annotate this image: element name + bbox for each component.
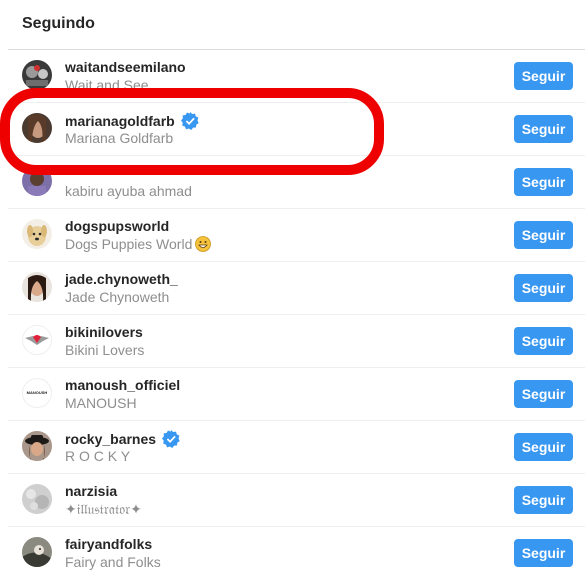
avatar[interactable] xyxy=(22,484,52,514)
username[interactable]: rocky_barnes xyxy=(65,430,180,448)
avatar-logo-text: MANOUSH xyxy=(26,390,48,395)
username[interactable]: waitandseemilano xyxy=(65,59,186,75)
dialog-title: Seguindo xyxy=(22,15,95,32)
username[interactable]: marianagoldfarb xyxy=(65,112,199,130)
list-item[interactable]: jade.chynoweth_ Jade Chynoweth Seguir xyxy=(8,262,585,315)
list-item[interactable]: fairyandfolks Fairy and Folks Seguir xyxy=(8,527,585,579)
following-dialog: Seguindo waitandseemilano Wait and See S… xyxy=(8,0,585,576)
full-name: Jade Chynoweth xyxy=(65,289,170,305)
dialog-header: Seguindo xyxy=(8,0,585,50)
username[interactable]: manoush_officiel xyxy=(65,377,180,393)
avatar[interactable] xyxy=(22,166,52,196)
full-name: Mariana Goldfarb xyxy=(65,130,174,146)
follow-button[interactable]: Seguir xyxy=(514,327,573,355)
list-item[interactable]: MANOUSH manoush_officiel MANOUSH Seguir xyxy=(8,368,585,421)
verified-badge-icon xyxy=(162,430,180,448)
avatar[interactable] xyxy=(22,113,52,143)
list-item[interactable]: dogspupsworld Dogs Puppies World Seguir xyxy=(8,209,585,262)
avatar[interactable] xyxy=(22,431,52,461)
list-item[interactable]: narzisia ✦𝔦𝔩𝔩𝔲𝔰𝔱𝔯𝔞𝔱𝔬𝔯✦ Seguir xyxy=(8,474,585,527)
list-item[interactable]: bikinilovers Bikini Lovers Seguir xyxy=(8,315,585,368)
avatar[interactable] xyxy=(22,272,52,302)
follow-button[interactable]: Seguir xyxy=(514,380,573,408)
username[interactable]: dogspupsworld xyxy=(65,218,169,234)
full-name: Fairy and Folks xyxy=(65,554,161,570)
follow-button[interactable]: Seguir xyxy=(514,221,573,249)
list-item[interactable]: kabiru ayuba ahmad Seguir xyxy=(8,156,585,209)
follow-button[interactable]: Seguir xyxy=(514,274,573,302)
username[interactable]: fairyandfolks xyxy=(65,536,152,552)
full-name: Wait and See xyxy=(65,77,149,93)
following-list[interactable]: waitandseemilano Wait and See Seguir mar… xyxy=(8,50,585,579)
avatar[interactable] xyxy=(22,60,52,90)
list-item[interactable]: marianagoldfarb Mariana Goldfarb Seguir xyxy=(8,103,585,156)
verified-badge-icon xyxy=(180,112,199,130)
username[interactable]: jade.chynoweth_ xyxy=(65,271,178,287)
full-name: kabiru ayuba ahmad xyxy=(65,183,192,199)
full-name: Bikini Lovers xyxy=(65,342,145,358)
avatar[interactable]: MANOUSH xyxy=(22,378,52,408)
follow-button[interactable]: Seguir xyxy=(514,115,573,143)
follow-button[interactable]: Seguir xyxy=(514,539,573,567)
full-name: MANOUSH xyxy=(65,395,137,411)
follow-button[interactable]: Seguir xyxy=(514,433,573,461)
follow-button[interactable]: Seguir xyxy=(514,62,573,90)
full-name: Dogs Puppies World xyxy=(65,236,212,252)
grinning-emoji-icon xyxy=(195,236,212,252)
avatar[interactable] xyxy=(22,219,52,249)
username[interactable]: narzisia xyxy=(65,483,117,499)
follow-button[interactable]: Seguir xyxy=(514,486,573,514)
full-name: R O C K Y xyxy=(65,448,131,464)
username[interactable]: bikinilovers xyxy=(65,324,143,340)
list-item[interactable]: waitandseemilano Wait and See Seguir xyxy=(8,50,585,103)
list-item[interactable]: rocky_barnes R O C K Y Seguir xyxy=(8,421,585,474)
follow-button[interactable]: Seguir xyxy=(514,168,573,196)
full-name: ✦𝔦𝔩𝔩𝔲𝔰𝔱𝔯𝔞𝔱𝔬𝔯✦ xyxy=(65,501,142,517)
avatar[interactable] xyxy=(22,537,52,567)
avatar[interactable] xyxy=(22,325,52,355)
